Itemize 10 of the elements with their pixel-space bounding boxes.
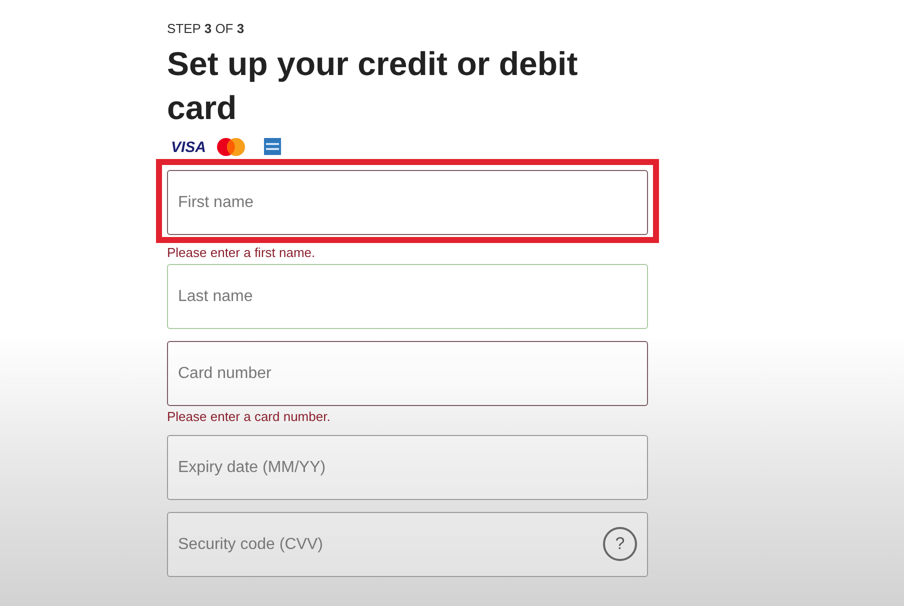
page-title: Set up your credit or debit card <box>167 44 579 128</box>
error-message: Please enter a first name. <box>167 245 316 260</box>
input-field[interactable]: Card number <box>167 341 648 406</box>
visa-logo: VISA <box>170 138 208 156</box>
error-message: Please enter a card number. <box>167 409 330 424</box>
input-field[interactable]: Last name <box>167 264 648 329</box>
step-indicator: STEP 3 OF 3 <box>167 21 246 37</box>
help-button[interactable]: ? <box>603 527 637 561</box>
input-field[interactable]: Expiry date (MM/YY) <box>167 435 648 500</box>
input-field[interactable]: First name <box>167 170 648 235</box>
